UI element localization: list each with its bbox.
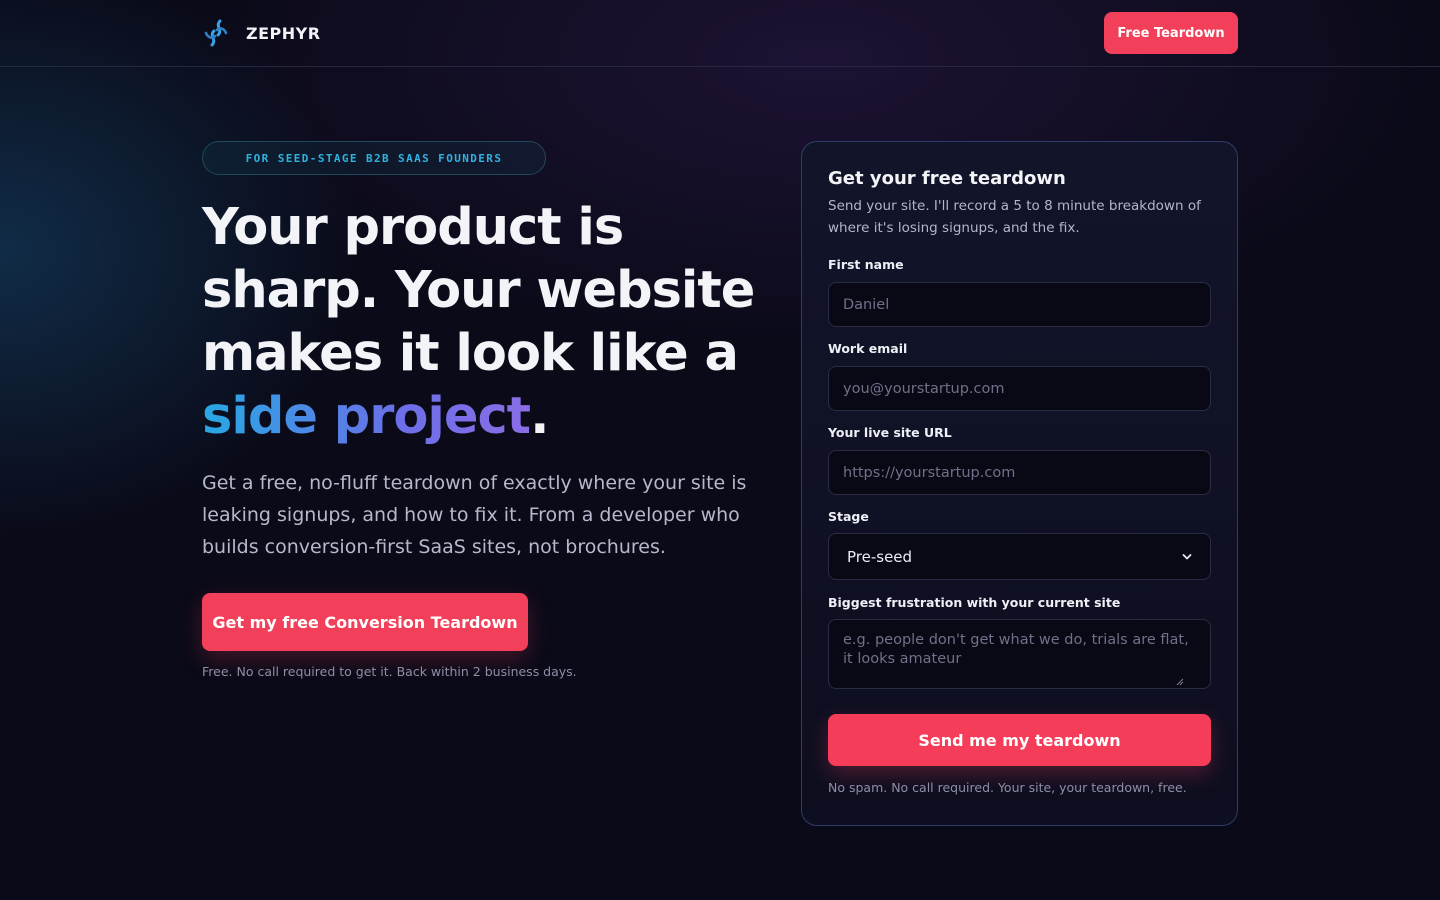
site-url-label: Your live site URL	[828, 425, 952, 440]
teardown-form-card: Get your free teardown Send your site. I…	[801, 141, 1238, 826]
send-teardown-button[interactable]: Send me my teardown	[828, 714, 1211, 766]
stage-select[interactable]: Pre-seed	[828, 533, 1211, 580]
stage-label: Stage	[828, 509, 869, 524]
hero-note: Free. No call required to get it. Back w…	[202, 664, 577, 679]
brand-name: ZEPHYR	[246, 23, 321, 43]
form-note: No spam. No call required. Your site, yo…	[828, 780, 1187, 795]
hero-cta-button[interactable]: Get my free Conversion Teardown	[202, 593, 528, 651]
form-subtitle: Send your site. I'll record a 5 to 8 min…	[828, 198, 1201, 236]
work-email-input[interactable]	[828, 366, 1211, 411]
headline-line-3: makes it look like a	[202, 324, 739, 383]
stage-selected-value: Pre-seed	[847, 547, 913, 566]
form-title: Get your free teardown	[828, 168, 1066, 189]
chevron-down-icon	[1182, 553, 1192, 559]
headline-accent: side project	[202, 387, 531, 446]
frustration-label: Biggest frustration with your current si…	[828, 595, 1121, 610]
frustration-textarea[interactable]	[828, 619, 1211, 689]
first-name-label: First name	[828, 257, 904, 272]
first-name-input[interactable]	[828, 282, 1211, 327]
hero-headline: Your product is sharp. Your website make…	[202, 196, 772, 448]
resize-handle-icon[interactable]	[1176, 678, 1184, 686]
headline-line-1: Your product is	[202, 198, 624, 257]
brand-logo[interactable]: ZEPHYR	[203, 19, 321, 47]
top-navigation: ZEPHYR Free Teardown	[0, 0, 1440, 67]
free-teardown-nav-button[interactable]: Free Teardown	[1104, 12, 1238, 54]
zephyr-logo-icon	[204, 19, 228, 47]
site-url-input[interactable]	[828, 450, 1211, 495]
audience-badge: FOR SEED-STAGE B2B SAAS FOUNDERS	[202, 141, 546, 175]
headline-line-2: sharp. Your website	[202, 261, 755, 320]
work-email-label: Work email	[828, 341, 908, 356]
headline-period: .	[530, 387, 549, 446]
hero-subtitle: Get a free, no-fluff teardown of exactly…	[202, 472, 747, 558]
